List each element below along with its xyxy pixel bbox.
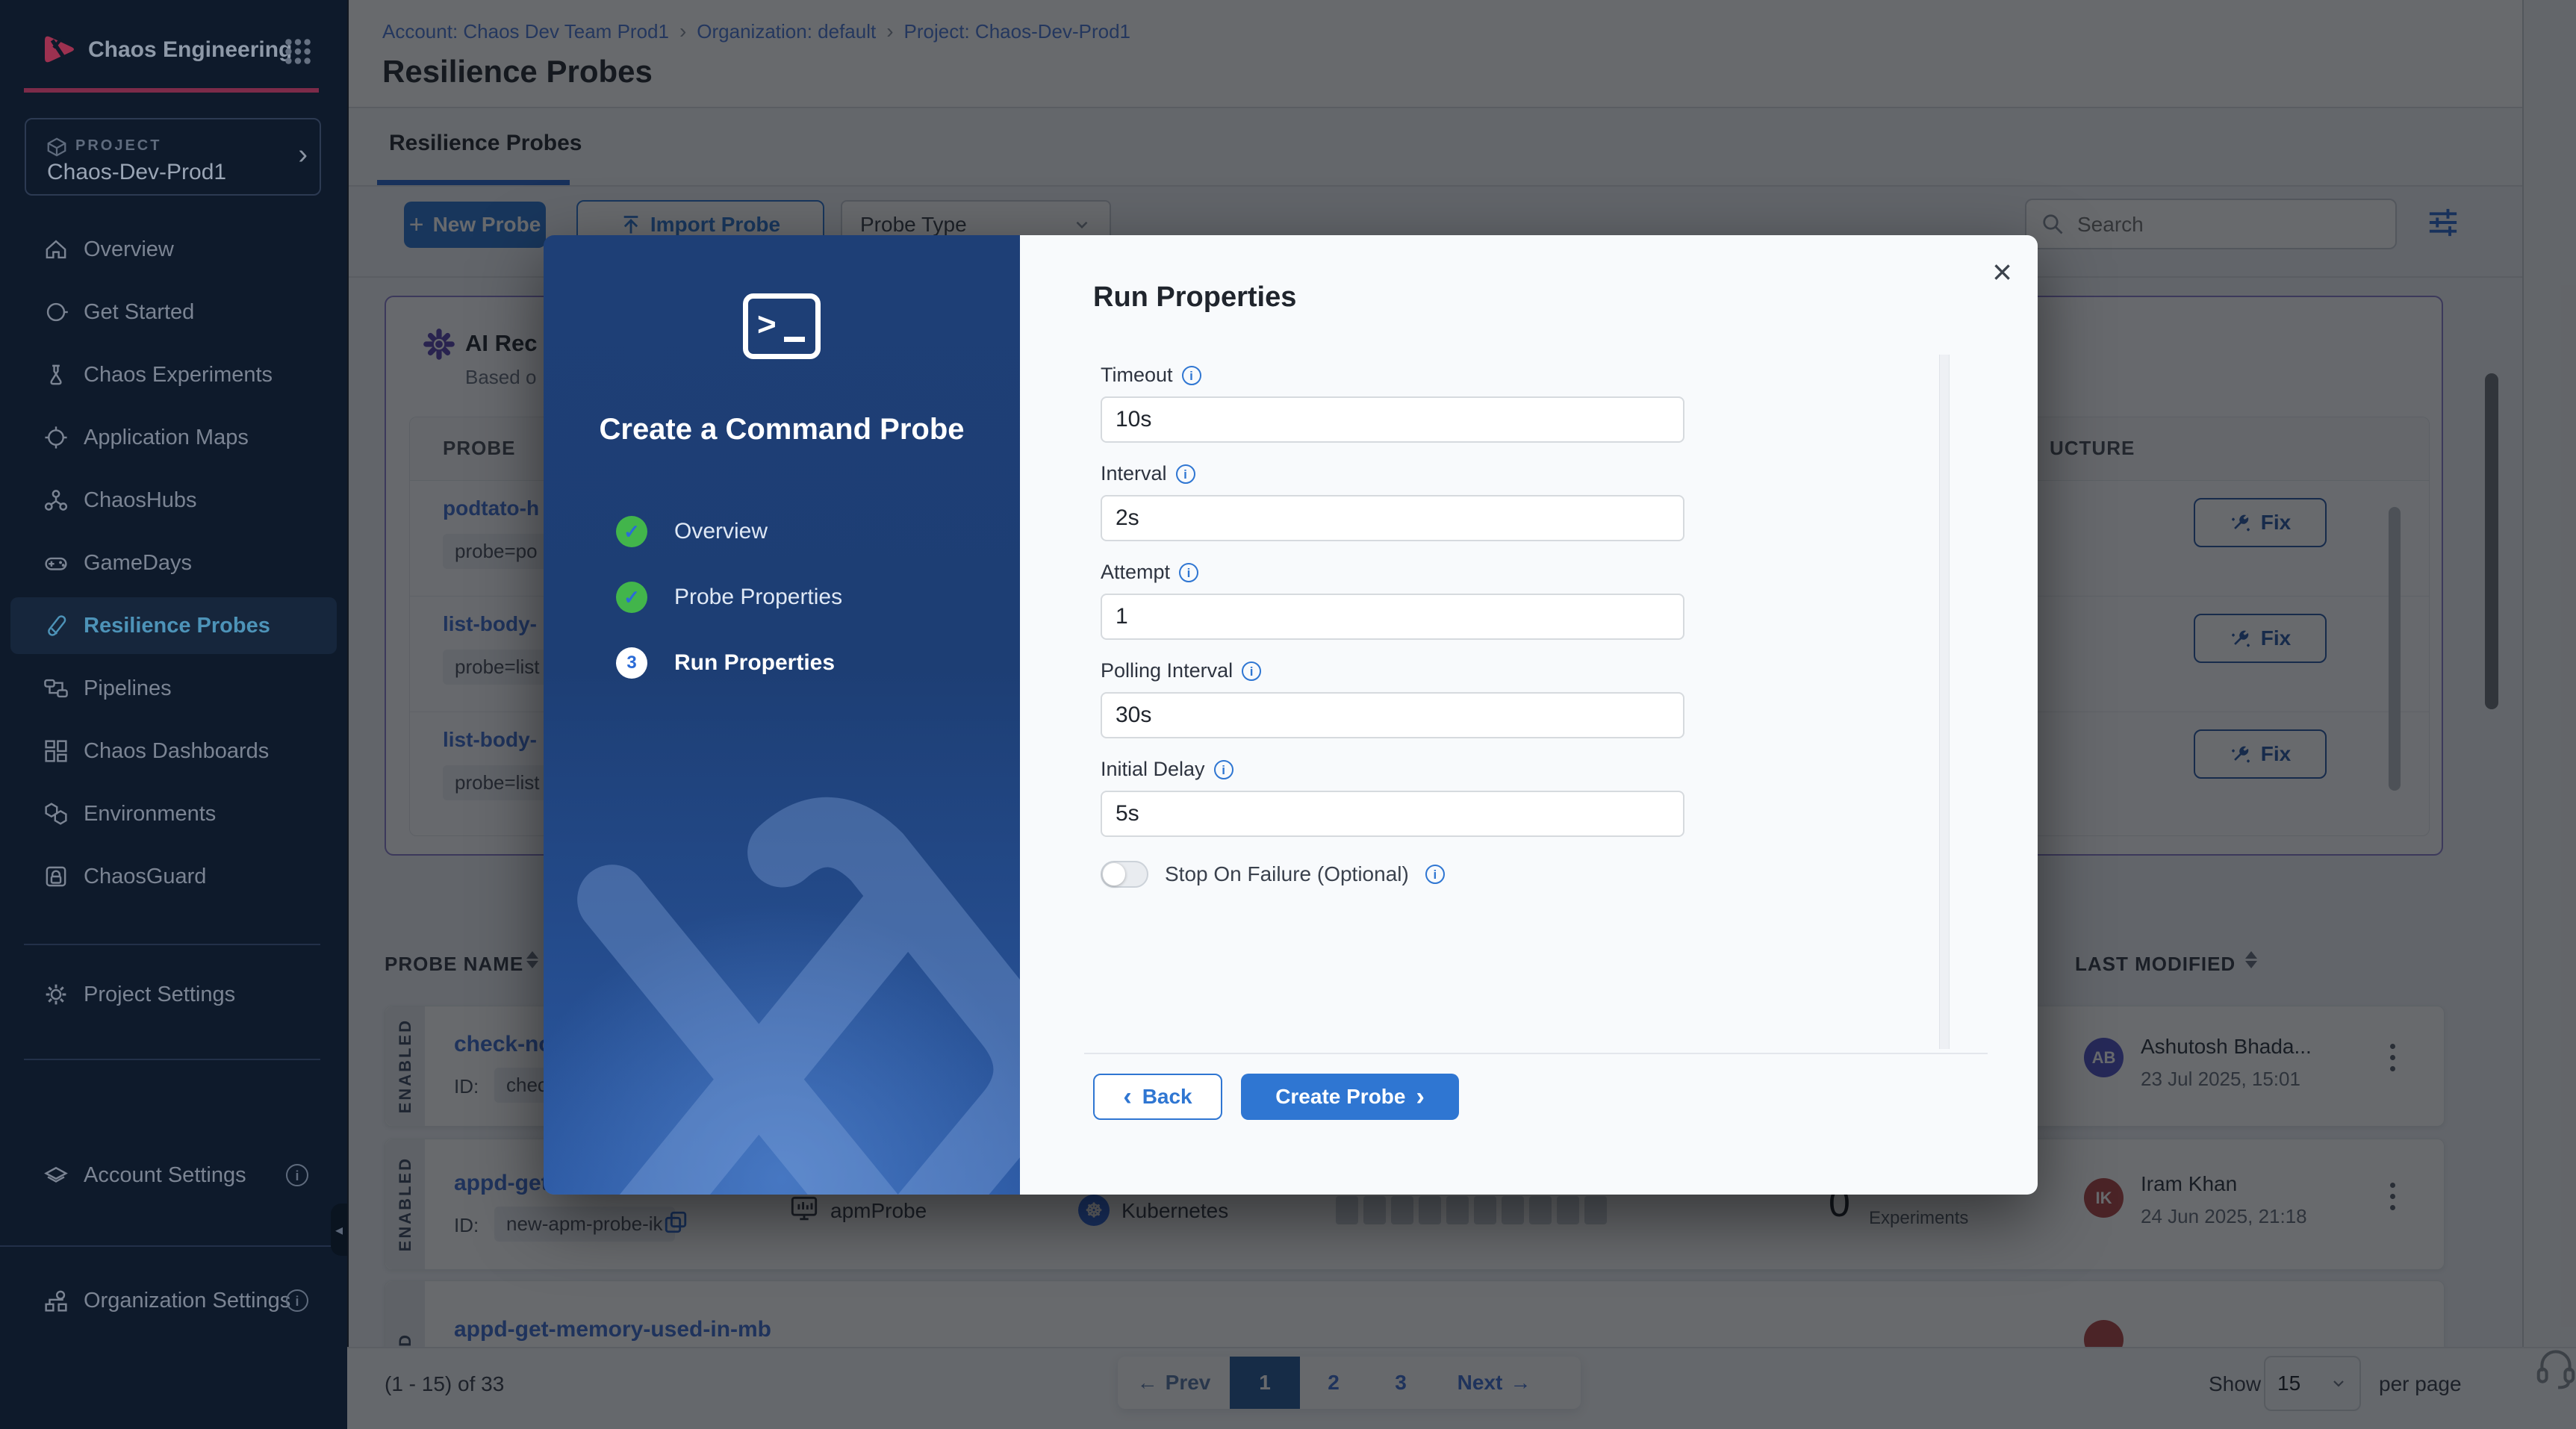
brand-underline: [24, 88, 319, 93]
chaos-engineering-app: Chaos Engineering PROJECT Chaos-Dev-Prod…: [0, 0, 2576, 1429]
sidebar-item-chaoshubs[interactable]: ChaosHubs: [0, 469, 347, 532]
field-label-polling-interval: Polling Interval i: [1101, 659, 1262, 682]
info-icon[interactable]: i: [286, 1289, 308, 1312]
sidebar-item-chaosguard[interactable]: ChaosGuard: [0, 845, 347, 908]
chevron-right-icon: ›: [298, 139, 308, 170]
modal-title: Run Properties: [1093, 281, 1297, 313]
info-icon[interactable]: i: [1175, 464, 1195, 484]
target-icon: [45, 426, 67, 449]
step-number: 3: [616, 647, 647, 679]
wizard-panel: > Create a Command Probe ✓ Overview ✓ Pr…: [544, 235, 1020, 1195]
divider: [0, 1245, 347, 1247]
environments-icon: [45, 803, 67, 825]
chevron-left-icon: ‹: [1123, 1082, 1132, 1111]
create-probe-modal: > Create a Command Probe ✓ Overview ✓ Pr…: [544, 235, 2038, 1195]
module-grid-icon[interactable]: [282, 36, 314, 67]
close-icon[interactable]: ×: [1992, 255, 2012, 289]
footer-divider: [1084, 1053, 1988, 1054]
chevron-right-icon: ›: [1416, 1082, 1425, 1111]
info-icon[interactable]: i: [286, 1164, 308, 1186]
gear-icon: [46, 984, 66, 1005]
create-probe-button[interactable]: Create Probe ›: [1241, 1074, 1459, 1120]
sidebar-item-gamedays[interactable]: GameDays: [0, 532, 347, 594]
form-scrollbar-track[interactable]: [1939, 355, 1950, 1049]
home-icon: [46, 240, 66, 259]
step-overview[interactable]: ✓ Overview: [616, 516, 768, 547]
field-label-interval: Interval i: [1101, 462, 1195, 485]
field-label-initial-delay: Initial Delay i: [1101, 758, 1233, 781]
project-label: PROJECT: [75, 137, 162, 154]
terminal-icon: >: [743, 293, 821, 359]
guard-lock-icon: [46, 866, 66, 887]
polling-interval-input[interactable]: [1101, 692, 1684, 738]
field-label-attempt: Attempt i: [1101, 561, 1199, 584]
initial-delay-input[interactable]: [1101, 791, 1684, 837]
get-started-icon: [46, 302, 68, 322]
layers-icon: [44, 1166, 68, 1183]
sidebar-item-chaos-dashboards[interactable]: Chaos Dashboards: [0, 720, 347, 782]
info-icon[interactable]: i: [1213, 759, 1233, 779]
sidebar-item-pipelines[interactable]: Pipelines: [0, 657, 347, 720]
sidebar-item-environments[interactable]: Environments: [0, 782, 347, 845]
sidebar-nav: Overview Get Started Chaos Experiments A…: [0, 218, 347, 908]
dashboard-icon: [45, 740, 67, 762]
sidebar-item-get-started[interactable]: Get Started: [0, 281, 347, 343]
sidebar-item-overview[interactable]: Overview: [0, 218, 347, 281]
harness-watermark: [577, 797, 1020, 1195]
sidebar-collapse-handle[interactable]: ◂: [331, 1204, 347, 1256]
sidebar-item-chaos-experiments[interactable]: Chaos Experiments: [0, 343, 347, 406]
info-icon[interactable]: i: [1425, 865, 1445, 884]
project-name: Chaos-Dev-Prod1: [47, 160, 227, 184]
step-done-icon: ✓: [616, 516, 647, 547]
project-selector[interactable]: PROJECT Chaos-Dev-Prod1 ›: [25, 118, 321, 196]
sidebar-item-application-maps[interactable]: Application Maps: [0, 406, 347, 469]
step-done-icon: ✓: [616, 582, 647, 613]
app-title: Chaos Engineering: [88, 37, 293, 62]
sidebar: Chaos Engineering PROJECT Chaos-Dev-Prod…: [0, 0, 349, 1429]
sidebar-item-organization-settings[interactable]: Organization Settings i: [0, 1269, 347, 1332]
sidebar-item-project-settings[interactable]: Project Settings: [0, 963, 347, 1026]
stop-on-failure-row: Stop On Failure (Optional) i: [1101, 861, 1445, 888]
cube-icon: [47, 137, 66, 157]
pipeline-icon: [44, 679, 68, 698]
hub-icon: [44, 490, 68, 511]
info-icon[interactable]: i: [1181, 365, 1201, 385]
interval-input[interactable]: [1101, 495, 1684, 541]
field-label-timeout: Timeout i: [1101, 364, 1201, 387]
back-button[interactable]: ‹ Back: [1093, 1074, 1222, 1120]
timeout-input[interactable]: [1101, 396, 1684, 443]
flask-icon: [50, 364, 62, 385]
gamepad-icon: [45, 557, 67, 570]
divider: [24, 944, 320, 945]
divider: [24, 1059, 320, 1060]
org-tree-icon: [45, 1290, 67, 1312]
wizard-title: Create a Command Probe: [599, 413, 965, 446]
info-icon[interactable]: i: [1179, 562, 1199, 582]
step-run-properties[interactable]: 3 Run Properties: [616, 647, 835, 679]
attempt-input[interactable]: [1101, 594, 1684, 640]
harness-logo-icon[interactable]: [37, 28, 79, 70]
sidebar-item-resilience-probes[interactable]: Resilience Probes: [0, 594, 347, 657]
info-icon[interactable]: i: [1242, 661, 1262, 681]
sidebar-item-account-settings[interactable]: Account Settings i: [0, 1144, 347, 1207]
step-probe-properties[interactable]: ✓ Probe Properties: [616, 582, 842, 613]
run-properties-panel: × Run Properties Timeouti Intervali Atte…: [1020, 235, 2038, 1195]
test-tube-icon: [48, 615, 66, 636]
stop-on-failure-toggle[interactable]: [1101, 861, 1148, 888]
